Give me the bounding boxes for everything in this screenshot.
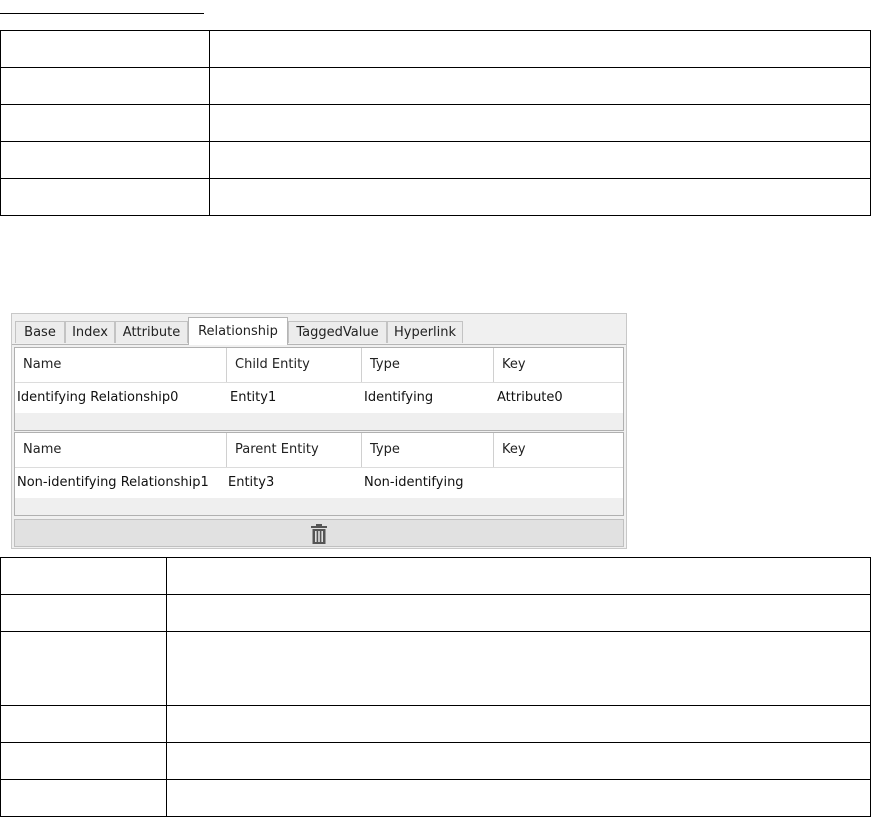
table-row (0, 178, 871, 216)
table-cell (0, 104, 210, 142)
column-header-type[interactable]: Type (362, 433, 494, 467)
table-cell (0, 178, 210, 216)
table-cell (0, 557, 167, 595)
table-cell (209, 67, 871, 105)
table-cell (0, 631, 167, 706)
parent-relationship-table: Name Parent Entity Type Key Non-identify… (14, 432, 624, 516)
table-cell (0, 30, 210, 68)
tab-attribute[interactable]: Attribute (115, 321, 188, 343)
tab-hyperlink[interactable]: Hyperlink (387, 321, 463, 343)
tab-index[interactable]: Index (65, 321, 115, 343)
relationship-type: Non-identifying (364, 475, 464, 490)
table-row[interactable]: Non-identifying Relationship1 Entity3 No… (15, 468, 623, 498)
relationship-key: Attribute0 (497, 390, 563, 405)
heading-underline (0, 13, 204, 14)
table-row (0, 30, 871, 68)
table-cell (209, 141, 871, 179)
bottom-table (0, 557, 871, 817)
table-cell (209, 30, 871, 68)
delete-button[interactable] (14, 519, 624, 547)
parent-entity: Entity3 (228, 475, 275, 490)
table-row (0, 631, 871, 706)
table-row (0, 104, 871, 142)
table-cell (0, 141, 210, 179)
column-header-name[interactable]: Name (15, 433, 227, 467)
table-row (0, 594, 871, 632)
table-cell (0, 594, 167, 632)
column-header-key[interactable]: Key (494, 433, 623, 467)
table-cell (166, 742, 871, 780)
tab-bar: Base Index Attribute Relationship Tagged… (12, 317, 626, 345)
table-cell (0, 742, 167, 780)
tab-relationship[interactable]: Relationship (188, 317, 288, 345)
child-entity: Entity1 (230, 390, 277, 405)
relationship-name: Non-identifying Relationship1 (17, 475, 209, 490)
table-header-row: Name Parent Entity Type Key (15, 433, 623, 468)
table-cell (209, 104, 871, 142)
table-row (0, 141, 871, 179)
table-cell (166, 705, 871, 743)
column-header-parent-entity[interactable]: Parent Entity (227, 433, 362, 467)
table-cell (0, 705, 167, 743)
table-row (0, 742, 871, 780)
table-cell (166, 631, 871, 706)
table-cell (0, 67, 210, 105)
column-header-child-entity[interactable]: Child Entity (227, 348, 362, 382)
empty-row (15, 413, 623, 430)
table-cell (0, 779, 167, 817)
table-cell (166, 557, 871, 595)
tab-base[interactable]: Base (15, 321, 65, 343)
table-row (0, 779, 871, 817)
table-row (0, 705, 871, 743)
entity-properties-panel: Base Index Attribute Relationship Tagged… (11, 313, 627, 549)
table-cell (166, 779, 871, 817)
empty-row (15, 498, 623, 515)
table-row (0, 67, 871, 105)
table-cell (166, 594, 871, 632)
top-table (0, 30, 871, 216)
table-cell (209, 178, 871, 216)
table-row[interactable]: Identifying Relationship0 Entity1 Identi… (15, 383, 623, 413)
column-header-key[interactable]: Key (494, 348, 623, 382)
column-header-type[interactable]: Type (362, 348, 494, 382)
column-header-name[interactable]: Name (15, 348, 227, 382)
child-relationship-table: Name Child Entity Type Key Identifying R… (14, 347, 624, 431)
trash-icon (311, 524, 327, 544)
relationship-type: Identifying (364, 390, 434, 405)
table-header-row: Name Child Entity Type Key (15, 348, 623, 383)
relationship-name: Identifying Relationship0 (17, 390, 179, 405)
tab-taggedvalue[interactable]: TaggedValue (288, 321, 387, 343)
table-row (0, 557, 871, 595)
